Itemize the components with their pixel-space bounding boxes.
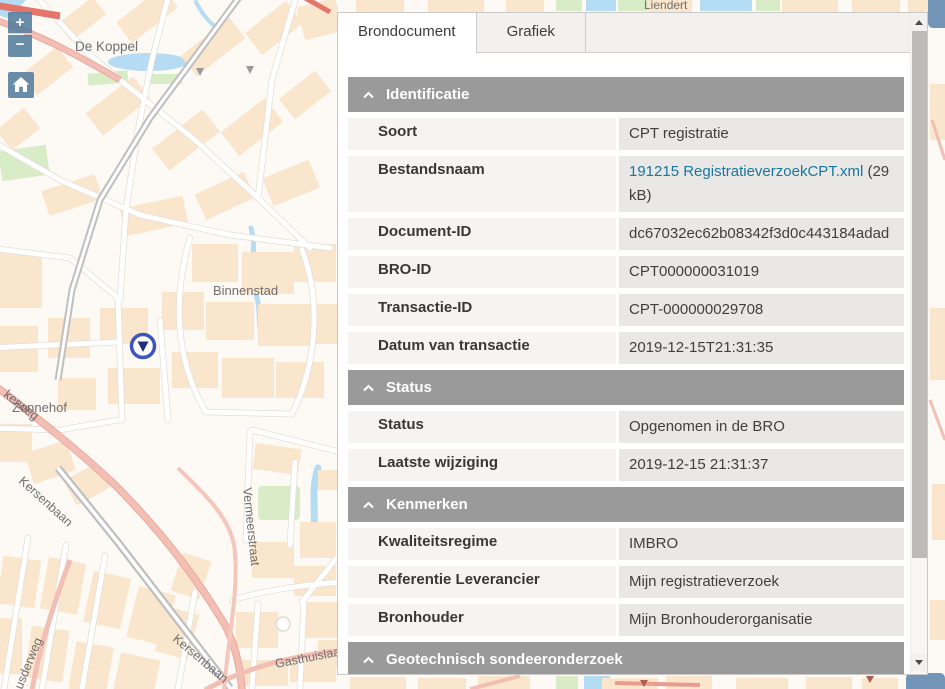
table-row: Transactie-ID CPT-000000029708 (348, 294, 904, 326)
row-value-cell: CPT-000000029708 (619, 294, 904, 326)
row-label: Document-ID (348, 218, 616, 250)
detail-panel: Brondocument Grafiek Identificatie Soort C… (337, 12, 928, 675)
broloket-viewer: De Koppel Binnenstad Zonnehof Liendert k… (0, 0, 945, 689)
row-value: Opgenomen in de BRO (629, 418, 785, 435)
zoom-in-button[interactable]: + (8, 12, 32, 34)
row-value: CPT registratie (629, 125, 729, 142)
panel-content: Identificatie Soort CPT registratie Bestand… (338, 52, 910, 674)
row-label: Laatste wijziging (348, 449, 616, 481)
tab-grafiek[interactable]: Grafiek (477, 13, 586, 53)
row-value-cell: dc67032ec62b08342f3d0c443184adad (619, 218, 904, 250)
table-row: Kwaliteitsregime IMBRO (348, 528, 904, 560)
row-value-cell: Mijn registratieverzoek (619, 566, 904, 598)
row-value-cell: 2019-12-15T21:31:35 (619, 332, 904, 364)
row-label: Transactie-ID (348, 294, 616, 326)
scrollbar-thumb[interactable] (912, 31, 927, 558)
home-icon (12, 76, 30, 93)
map-label-de-koppel: De Koppel (75, 39, 138, 54)
row-value-cell: Mijn Bronhouderorganisatie (619, 604, 904, 636)
section-title: Kenmerken (386, 496, 468, 513)
section-header[interactable]: Status (348, 370, 904, 405)
map-label-binnenstad: Binnenstad (213, 283, 278, 298)
table-row: Status Opgenomen in de BRO (348, 411, 904, 443)
row-value: IMBRO (629, 535, 678, 552)
collapse-icon (363, 656, 374, 664)
row-label: Datum van transactie (348, 332, 616, 364)
detail-table: Identificatie Soort CPT registratie Bestand… (348, 77, 904, 674)
table-row: Laatste wijziging 2019-12-15 21:31:37 (348, 449, 904, 481)
table-row: BRO-ID CPT000000031019 (348, 256, 904, 288)
map-label-liendert: Liendert (644, 0, 688, 12)
scroll-down-button[interactable] (911, 654, 927, 671)
scroll-down-icon (915, 660, 923, 665)
row-label: Referentie Leverancier (348, 566, 616, 598)
row-value-cell: CPT000000031019 (619, 256, 904, 288)
edge-control-top-right[interactable] (928, 0, 945, 28)
table-row: Document-ID dc67032ec62b08342f3d0c443184a… (348, 218, 904, 250)
row-value: 2019-12-15T21:31:35 (629, 339, 773, 356)
section-header[interactable]: Identificatie (348, 77, 904, 112)
row-value: dc67032ec62b08342f3d0c443184adad (629, 225, 889, 242)
panel-scrollbar[interactable] (910, 13, 927, 674)
row-value: 2019-12-15 21:31:37 (629, 456, 768, 473)
row-value-cell: CPT registratie (619, 118, 904, 150)
map-marker[interactable] (128, 331, 158, 361)
section-header[interactable]: Kenmerken (348, 487, 904, 522)
table-row: Datum van transactie 2019-12-15T21:31:35 (348, 332, 904, 364)
section-title: Geotechnisch sondeeronderzoek (386, 651, 623, 668)
collapse-icon (363, 91, 374, 99)
row-value-cell: Opgenomen in de BRO (619, 411, 904, 443)
table-row: Soort CPT registratie (348, 118, 904, 150)
row-label: Kwaliteitsregime (348, 528, 616, 560)
row-value-cell: IMBRO (619, 528, 904, 560)
home-button[interactable] (8, 72, 34, 98)
edge-control-bottom-right[interactable] (906, 673, 945, 689)
section-title: Status (386, 379, 432, 396)
scroll-up-icon (915, 20, 923, 25)
row-value: CPT-000000029708 (629, 301, 763, 318)
table-row: Bestandsnaam191215 RegistratieverzoekCPT… (348, 156, 904, 212)
collapse-icon (363, 384, 374, 392)
collapse-icon (363, 501, 374, 509)
table-row: Referentie Leverancier Mijn registratieve… (348, 566, 904, 598)
row-value: Mijn registratieverzoek (629, 573, 779, 590)
row-label: Bronhouder (348, 604, 616, 636)
scroll-up-button[interactable] (911, 14, 927, 31)
row-label: Soort (348, 118, 616, 150)
row-label: BRO-ID (348, 256, 616, 288)
row-label: Status (348, 411, 616, 443)
tab-brondocument[interactable]: Brondocument (338, 13, 477, 53)
zoom-out-button[interactable]: − (8, 35, 32, 57)
row-label: Bestandsnaam (348, 156, 616, 212)
row-value-cell: 2019-12-15 21:31:37 (619, 449, 904, 481)
row-value: Mijn Bronhouderorganisatie (629, 611, 812, 628)
file-download-link[interactable]: 191215 RegistratieverzoekCPT.xml (629, 163, 863, 180)
section-title: Identificatie (386, 86, 469, 103)
table-row: Bronhouder Mijn Bronhouderorganisatie (348, 604, 904, 636)
row-value: CPT000000031019 (629, 263, 759, 280)
section-header[interactable]: Geotechnisch sondeeronderzoek (348, 642, 904, 674)
row-value-cell: 191215 RegistratieverzoekCPT.xml (29 kB) (619, 156, 904, 212)
tab-bar: Brondocument Grafiek (338, 13, 927, 53)
